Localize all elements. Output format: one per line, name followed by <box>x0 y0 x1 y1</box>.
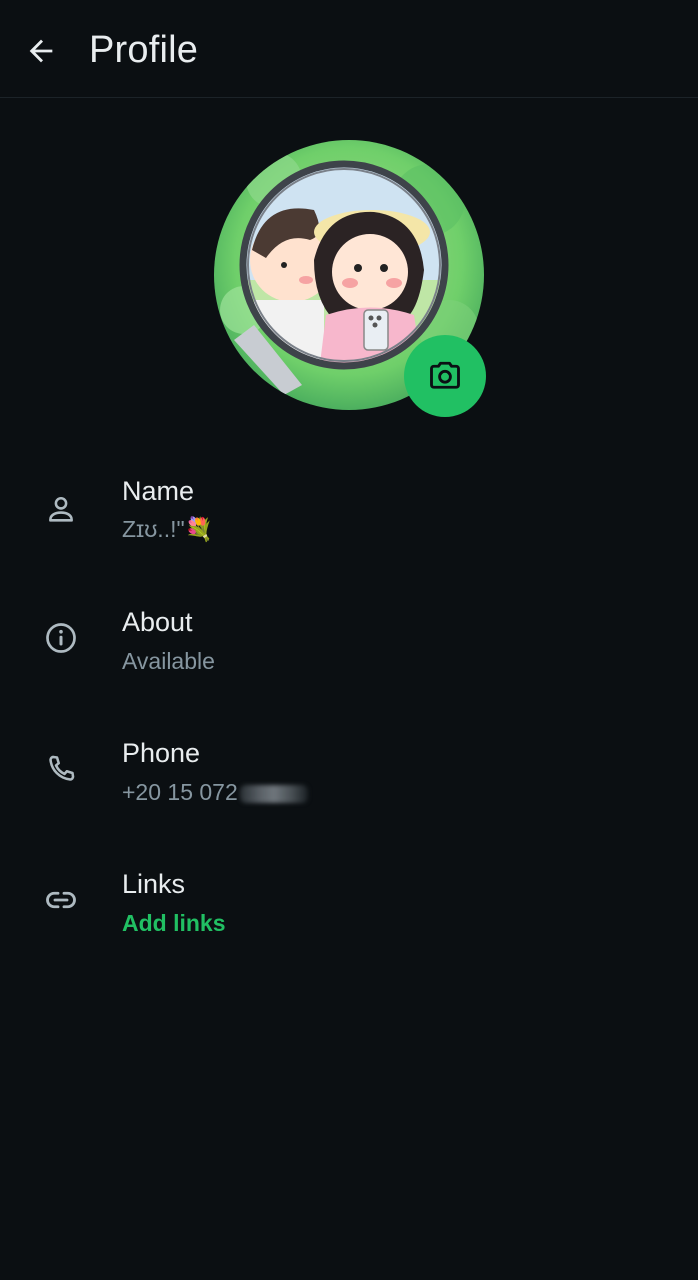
change-photo-button[interactable] <box>404 335 486 417</box>
phone-value-container: +20 15 072 <box>122 779 308 806</box>
profile-screen: Profile Name Zɪʊ..!"💐 About Available Ph… <box>0 0 698 1280</box>
top-app-bar: Profile <box>0 0 698 98</box>
phone-icon <box>40 748 82 790</box>
about-label: About <box>122 607 193 637</box>
phone-value: +20 15 072 <box>122 779 238 805</box>
links-row[interactable]: Links Add links <box>0 849 698 959</box>
redacted-digits <box>239 784 308 803</box>
about-value: Available <box>122 648 215 674</box>
about-row[interactable]: About Available <box>0 587 698 697</box>
links-label: Links <box>122 869 186 899</box>
phone-label: Phone <box>122 738 201 768</box>
info-icon <box>40 617 82 659</box>
page-title: Profile <box>89 29 199 71</box>
avatar-section <box>214 140 486 417</box>
phone-row[interactable]: Phone +20 15 072 <box>0 718 698 828</box>
name-value: Zɪʊ..!"💐 <box>122 516 214 542</box>
link-icon <box>40 879 82 921</box>
add-links-link[interactable]: Add links <box>122 910 226 937</box>
camera-icon <box>430 361 460 389</box>
arrow-left-icon <box>29 39 53 63</box>
person-icon <box>40 488 82 530</box>
name-label: Name <box>122 476 195 506</box>
back-button[interactable] <box>18 28 64 74</box>
name-row[interactable]: Name Zɪʊ..!"💐 <box>0 456 698 566</box>
